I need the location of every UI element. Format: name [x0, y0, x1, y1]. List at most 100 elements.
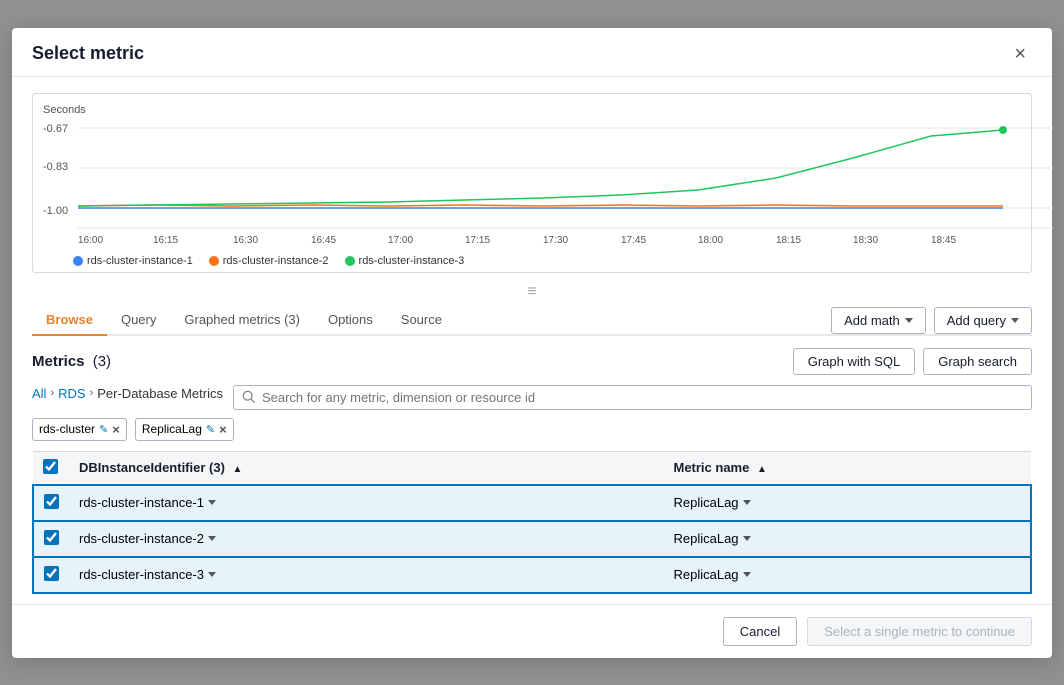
metrics-table: DBInstanceIdentifier (3) ▲ Metric name ▲: [32, 451, 1032, 594]
row-2-metric-chevron-icon[interactable]: [743, 536, 751, 541]
row-2-instance-chevron-icon[interactable]: [208, 536, 216, 541]
resize-handle[interactable]: ≡: [32, 283, 1032, 301]
svg-text:18:45: 18:45: [931, 235, 956, 246]
table-row: rds-cluster-instance-1 ReplicaLag: [33, 485, 1031, 521]
chip-rds-cluster-label: rds-cluster: [39, 422, 95, 436]
svg-text:18:00: 18:00: [698, 235, 723, 246]
add-query-label: Add query: [947, 313, 1006, 328]
legend-dot-1: [73, 256, 83, 266]
tabs-bar: Browse Query Graphed metrics (3) Options…: [32, 305, 831, 336]
modal-footer: Cancel Select a single metric to continu…: [12, 604, 1052, 658]
close-button[interactable]: ×: [1008, 42, 1032, 66]
svg-text:16:30: 16:30: [233, 235, 258, 246]
row-3-checkbox[interactable]: [44, 566, 59, 581]
col-db-instance[interactable]: DBInstanceIdentifier (3) ▲: [69, 451, 663, 485]
search-bar: [233, 385, 1032, 410]
row-3-instance: rds-cluster-instance-3: [69, 557, 663, 593]
select-single-metric-button: Select a single metric to continue: [807, 617, 1032, 646]
legend-label-1: rds-cluster-instance-1: [87, 255, 193, 267]
breadcrumb-search-row: All › RDS › Per-Database Metrics: [32, 385, 1032, 410]
select-all-header: [33, 451, 69, 485]
modal-header: Select metric ×: [12, 28, 1052, 77]
graph-search-button[interactable]: Graph search: [923, 348, 1032, 375]
row-2-metric: ReplicaLag: [663, 521, 1031, 557]
tab-query[interactable]: Query: [107, 305, 170, 336]
chip-replicalag-label: ReplicaLag: [142, 422, 202, 436]
svg-text:17:45: 17:45: [621, 235, 646, 246]
y-val-3: -1.00: [43, 205, 68, 217]
col-metric-sort-icon: ▲: [757, 464, 767, 475]
row-3-metric-value: ReplicaLag: [673, 567, 1020, 582]
add-math-chevron-icon: [905, 318, 913, 323]
breadcrumb-rds[interactable]: RDS: [58, 386, 85, 401]
svg-text:17:30: 17:30: [543, 235, 568, 246]
breadcrumb: All › RDS › Per-Database Metrics: [32, 386, 223, 401]
row-1-checkbox[interactable]: [44, 494, 59, 509]
table-row: rds-cluster-instance-2 ReplicaLag: [33, 521, 1031, 557]
metrics-count: (3): [93, 353, 111, 370]
breadcrumb-all[interactable]: All: [32, 386, 46, 401]
filter-chips: rds-cluster ✎ × ReplicaLag ✎ ×: [32, 418, 1032, 441]
chip-rds-cluster-edit-icon[interactable]: ✎: [99, 423, 108, 436]
y-val-2: -0.83: [43, 161, 68, 173]
row-1-instance-chevron-icon[interactable]: [208, 500, 216, 505]
row-2-instance-label: rds-cluster-instance-2: [79, 531, 204, 546]
select-all-checkbox[interactable]: [43, 459, 58, 474]
add-query-button[interactable]: Add query: [934, 307, 1032, 334]
add-math-label: Add math: [844, 313, 900, 328]
y-val-1: -0.67: [43, 123, 68, 135]
row-1-instance: rds-cluster-instance-1: [69, 485, 663, 521]
legend-item-1: rds-cluster-instance-1: [73, 255, 193, 267]
graph-with-sql-button[interactable]: Graph with SQL: [793, 348, 916, 375]
search-input[interactable]: [262, 390, 1023, 405]
chart-y-label: Seconds: [43, 104, 1015, 116]
line-instance-2: [78, 205, 1003, 206]
legend-label-2: rds-cluster-instance-2: [223, 255, 329, 267]
row-1-metric-value: ReplicaLag: [673, 495, 1020, 510]
row-3-instance-chevron-icon[interactable]: [208, 572, 216, 577]
modal-body: Seconds -0.67 -0.83 -1.00 16:00 16:15 16…: [12, 77, 1052, 594]
cancel-button[interactable]: Cancel: [723, 617, 797, 646]
row-3-instance-value: rds-cluster-instance-3: [79, 567, 653, 582]
legend-label-3: rds-cluster-instance-3: [359, 255, 465, 267]
row-1-metric-label: ReplicaLag: [673, 495, 738, 510]
line-instance-3-dot: [999, 126, 1007, 134]
breadcrumb-sep-1: ›: [50, 387, 54, 399]
tab-browse[interactable]: Browse: [32, 305, 107, 336]
legend-dot-2: [209, 256, 219, 266]
row-2-instance-value: rds-cluster-instance-2: [79, 531, 653, 546]
row-2-checkbox[interactable]: [44, 530, 59, 545]
row-3-instance-label: rds-cluster-instance-3: [79, 567, 204, 582]
table-body: rds-cluster-instance-1 ReplicaLag: [33, 485, 1031, 593]
modal-overlay: Select metric × Seconds -0.67 -0.83 -1.0…: [0, 0, 1064, 685]
chip-rds-cluster-close-icon[interactable]: ×: [112, 422, 120, 437]
svg-text:18:15: 18:15: [776, 235, 801, 246]
add-query-chevron-icon: [1011, 318, 1019, 323]
tab-source[interactable]: Source: [387, 305, 456, 336]
chip-rds-cluster: rds-cluster ✎ ×: [32, 418, 127, 441]
row-3-metric-chevron-icon[interactable]: [743, 572, 751, 577]
row-3-checkbox-cell: [33, 557, 69, 593]
chip-replicalag-close-icon[interactable]: ×: [219, 422, 227, 437]
add-math-button[interactable]: Add math: [831, 307, 926, 334]
svg-text:16:00: 16:00: [78, 235, 103, 246]
col-db-instance-label: DBInstanceIdentifier (3): [79, 460, 225, 475]
col-metric-name: Metric name ▲: [663, 451, 1031, 485]
tab-options[interactable]: Options: [314, 305, 387, 336]
svg-text:17:15: 17:15: [465, 235, 490, 246]
metrics-actions: Graph with SQL Graph search: [793, 348, 1032, 375]
legend-item-2: rds-cluster-instance-2: [209, 255, 329, 267]
row-2-metric-label: ReplicaLag: [673, 531, 738, 546]
breadcrumb-sep-2: ›: [90, 387, 94, 399]
tab-graphed-metrics[interactable]: Graphed metrics (3): [170, 305, 314, 336]
row-1-instance-label: rds-cluster-instance-1: [79, 495, 204, 510]
col-metric-name-label: Metric name: [673, 460, 749, 475]
table-header-row: DBInstanceIdentifier (3) ▲ Metric name ▲: [33, 451, 1031, 485]
metrics-header: Metrics (3) Graph with SQL Graph search: [32, 348, 1032, 375]
table-row: rds-cluster-instance-3 ReplicaLag: [33, 557, 1031, 593]
col-db-sort-icon: ▲: [233, 464, 243, 475]
tabs-right-actions: Add math Add query: [831, 307, 1032, 334]
metrics-title: Metrics (3): [32, 353, 111, 370]
chip-replicalag-edit-icon[interactable]: ✎: [206, 423, 215, 436]
row-1-metric-chevron-icon[interactable]: [743, 500, 751, 505]
